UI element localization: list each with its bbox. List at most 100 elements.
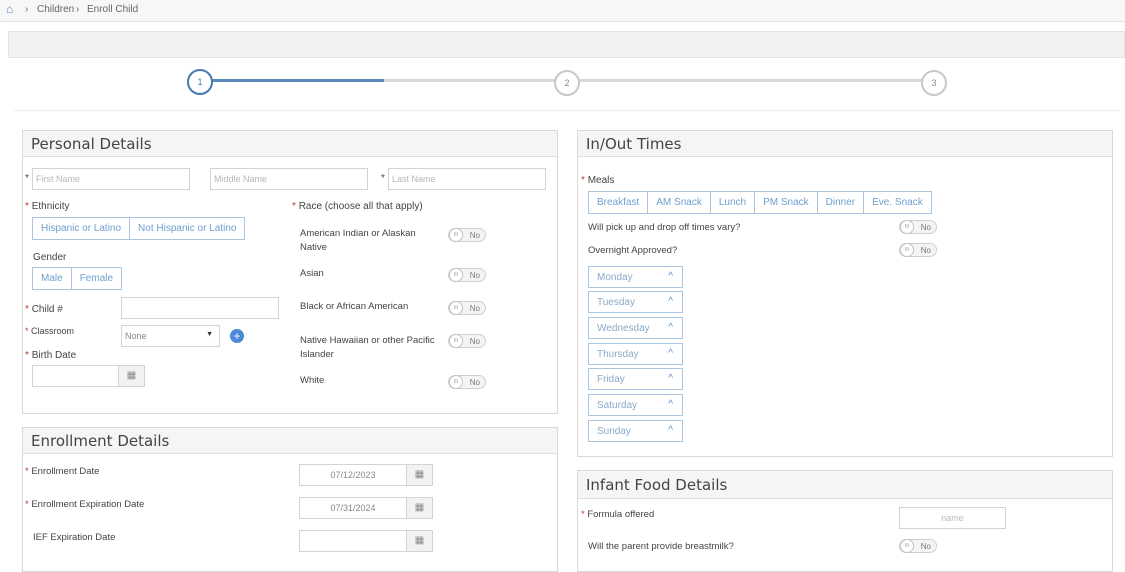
chevron-up-icon: ^ bbox=[668, 425, 673, 436]
day-label: Wednesday bbox=[597, 323, 650, 334]
formula-input[interactable]: name bbox=[899, 507, 1006, 529]
race-black-toggle[interactable]: III No bbox=[448, 301, 486, 315]
day-friday[interactable]: Friday ^ bbox=[588, 368, 683, 390]
race-asian-toggle[interactable]: III No bbox=[448, 268, 486, 282]
birth-date-input[interactable] bbox=[32, 365, 120, 387]
breadcrumb: ⌂ › Children › Enroll Child bbox=[0, 0, 1125, 22]
chevron-up-icon: ^ bbox=[668, 322, 673, 333]
personal-details-title: Personal Details bbox=[23, 131, 557, 157]
meal-breakfast-option[interactable]: Breakfast bbox=[589, 192, 649, 213]
toggle-knob: III bbox=[449, 301, 463, 315]
infant-food-panel: Infant Food Details bbox=[577, 470, 1113, 572]
enrollment-date-input[interactable]: 07/12/2023 bbox=[299, 464, 407, 486]
toggle-knob: III bbox=[449, 228, 463, 242]
ethnicity-not-hispanic-option[interactable]: Not Hispanic or Latino bbox=[130, 218, 244, 239]
breadcrumb-children[interactable]: Children bbox=[37, 4, 74, 15]
meal-am-snack-option[interactable]: AM Snack bbox=[648, 192, 711, 213]
classroom-value: None bbox=[125, 331, 147, 341]
day-label: Saturday bbox=[597, 400, 638, 411]
ethnicity-toggle: Hispanic or Latino Not Hispanic or Latin… bbox=[32, 217, 246, 240]
toggle-knob: III bbox=[449, 375, 463, 389]
last-name-input[interactable]: Last Name bbox=[388, 168, 546, 190]
race-black-label: Black or African American bbox=[300, 301, 409, 312]
day-label: Friday bbox=[597, 374, 625, 385]
gender-toggle: Male Female bbox=[32, 267, 123, 290]
ethnicity-hispanic-option[interactable]: Hispanic or Latino bbox=[33, 218, 131, 239]
toggle-no-text: No bbox=[469, 378, 480, 387]
toggle-knob: III bbox=[449, 268, 463, 282]
race-asian-label: Asian bbox=[300, 268, 324, 279]
breadcrumb-sep: › bbox=[76, 4, 80, 15]
race-american-indian-label: American Indian or Alaskan Native bbox=[300, 228, 416, 253]
race-white-toggle[interactable]: III No bbox=[448, 375, 486, 389]
race-label: * Race (choose all that apply) bbox=[292, 201, 423, 212]
day-wednesday[interactable]: Wednesday ^ bbox=[588, 317, 683, 339]
divider bbox=[14, 110, 1119, 111]
times-vary-toggle[interactable]: III No bbox=[899, 220, 937, 234]
calendar-icon[interactable]: ▦ bbox=[118, 365, 145, 387]
times-vary-label: Will pick up and drop off times vary? bbox=[588, 222, 741, 233]
day-sunday[interactable]: Sunday ^ bbox=[588, 420, 683, 442]
toggle-no-text: No bbox=[920, 246, 931, 255]
infant-food-title: Infant Food Details bbox=[578, 471, 1112, 499]
toggle-knob: III bbox=[900, 539, 914, 553]
gender-female-option[interactable]: Female bbox=[72, 268, 121, 289]
toggle-no-text: No bbox=[469, 304, 480, 313]
stepper-progress bbox=[212, 79, 384, 82]
toggle-no-text: No bbox=[920, 542, 931, 551]
day-tuesday[interactable]: Tuesday ^ bbox=[588, 291, 683, 313]
meal-eve-snack-option[interactable]: Eve. Snack bbox=[864, 192, 931, 213]
add-classroom-icon[interactable]: + bbox=[230, 329, 244, 343]
calendar-icon[interactable]: ▦ bbox=[406, 464, 433, 486]
chevron-up-icon: ^ bbox=[668, 271, 673, 282]
required-marker: * bbox=[381, 173, 385, 184]
chevron-up-icon: ^ bbox=[668, 373, 673, 384]
day-thursday[interactable]: Thursday ^ bbox=[588, 343, 683, 365]
meal-dinner-option[interactable]: Dinner bbox=[818, 192, 865, 213]
race-native-hawaiian-toggle[interactable]: III No bbox=[448, 334, 486, 348]
enrollment-details-title: Enrollment Details bbox=[23, 428, 557, 454]
middle-name-input[interactable]: Middle Name bbox=[210, 168, 368, 190]
race-white-label: White bbox=[300, 375, 325, 386]
inout-times-title: In/Out Times bbox=[578, 131, 1112, 157]
step-3[interactable]: 3 bbox=[921, 70, 947, 96]
calendar-icon[interactable]: ▦ bbox=[406, 530, 433, 552]
day-monday[interactable]: Monday ^ bbox=[588, 266, 683, 288]
breadcrumb-sep: › bbox=[25, 4, 29, 15]
toggle-knob: III bbox=[900, 243, 914, 257]
race-american-indian-toggle[interactable]: III No bbox=[448, 228, 486, 242]
day-saturday[interactable]: Saturday ^ bbox=[588, 394, 683, 416]
gender-label: Gender bbox=[33, 252, 67, 263]
toggle-no-text: No bbox=[469, 271, 480, 280]
day-label: Monday bbox=[597, 272, 633, 283]
child-number-input[interactable] bbox=[121, 297, 279, 319]
meals-toggle: Breakfast AM Snack Lunch PM Snack Dinner… bbox=[588, 191, 932, 214]
race-native-hawaiian-label: Native Hawaiian or other Pacific Islande… bbox=[300, 335, 435, 360]
toggle-no-text: No bbox=[469, 231, 480, 240]
first-name-input[interactable]: First Name bbox=[32, 168, 190, 190]
meal-lunch-option[interactable]: Lunch bbox=[711, 192, 756, 213]
enrollment-expiration-label: * Enrollment Expiration Date bbox=[25, 499, 145, 510]
overnight-label: Overnight Approved? bbox=[588, 245, 678, 256]
breastmilk-toggle[interactable]: III No bbox=[899, 539, 937, 553]
home-icon[interactable]: ⌂ bbox=[6, 2, 13, 16]
gender-male-option[interactable]: Male bbox=[33, 268, 72, 289]
toggle-no-text: No bbox=[469, 337, 480, 346]
chevron-down-icon: ▼ bbox=[206, 331, 213, 338]
day-label: Thursday bbox=[597, 349, 639, 360]
required-marker: * bbox=[25, 173, 29, 184]
toggle-knob: III bbox=[900, 220, 914, 234]
toggle-knob: III bbox=[449, 334, 463, 348]
chevron-up-icon: ^ bbox=[668, 296, 673, 307]
step-2[interactable]: 2 bbox=[554, 70, 580, 96]
day-label: Sunday bbox=[597, 426, 631, 437]
toolbar-bar bbox=[8, 31, 1125, 58]
meal-pm-snack-option[interactable]: PM Snack bbox=[755, 192, 818, 213]
ief-expiration-input[interactable] bbox=[299, 530, 407, 552]
enrollment-expiration-input[interactable]: 07/31/2024 bbox=[299, 497, 407, 519]
classroom-select[interactable]: None ▼ bbox=[121, 325, 220, 347]
day-label: Tuesday bbox=[597, 297, 635, 308]
step-1[interactable]: 1 bbox=[187, 69, 213, 95]
calendar-icon[interactable]: ▦ bbox=[406, 497, 433, 519]
overnight-toggle[interactable]: III No bbox=[899, 243, 937, 257]
